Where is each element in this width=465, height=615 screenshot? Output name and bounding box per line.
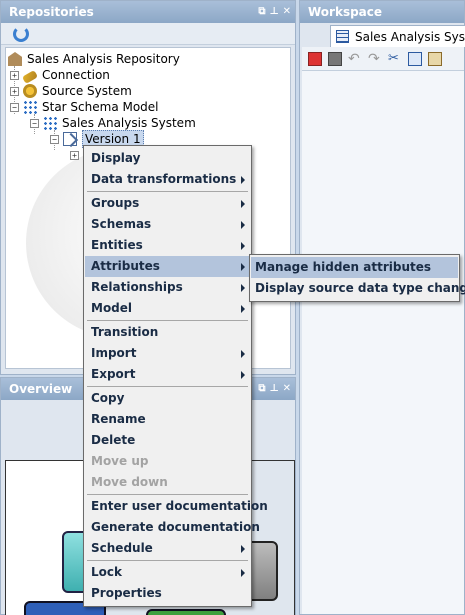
workspace-panel: Workspace Sales Analysis System ↶ ↷ ✂: [299, 0, 465, 615]
menu-item-transition[interactable]: Transition: [85, 322, 250, 343]
pin-icon[interactable]: ⊥: [269, 1, 278, 23]
context-menu: Display Data transformations Groups Sche…: [83, 145, 268, 607]
menu-item-lock[interactable]: Lock: [85, 562, 250, 583]
tree-item-child[interactable]: +: [70, 147, 83, 163]
tree-label: Connection: [42, 68, 110, 82]
attributes-submenu: Manage hidden attributes Display source …: [249, 254, 465, 302]
menu-item-data-transformations[interactable]: Data transformations: [85, 169, 250, 190]
collapse-icon[interactable]: −: [30, 118, 39, 128]
repositories-title: Repositories: [9, 5, 94, 19]
collapse-icon[interactable]: −: [50, 134, 59, 144]
menu-item-properties[interactable]: Properties: [85, 583, 250, 604]
submenu-arrow-icon: [241, 284, 245, 292]
menu-item-enter-user-documentation[interactable]: Enter user documentation: [85, 496, 268, 517]
tree-label: Sales Analysis System: [62, 116, 196, 130]
copy-icon[interactable]: [408, 51, 422, 66]
pin-icon[interactable]: ⊥: [269, 378, 278, 400]
repositories-header: Repositories ⧉ ⊥ ✕: [1, 1, 295, 23]
menu-item-move-down: Move down: [91, 475, 168, 489]
menu-item-generate-documentation[interactable]: Generate documentation: [85, 517, 260, 538]
menu-item-schedule[interactable]: Schedule: [85, 538, 250, 559]
menu-item-entities[interactable]: Entities: [85, 235, 250, 256]
tree-label: Source System: [42, 84, 132, 98]
menu-item-relationships[interactable]: Relationships: [85, 277, 250, 298]
refresh-icon[interactable]: [13, 26, 29, 42]
submenu-arrow-icon: [241, 305, 245, 313]
menu-item-move-up: Move up: [91, 454, 149, 468]
tree-item-star-schema[interactable]: − Star Schema Model: [10, 99, 159, 115]
menu-separator: [87, 386, 248, 387]
close-icon[interactable]: ✕: [283, 378, 291, 400]
tree-item-sales-analysis-system[interactable]: − Sales Analysis System: [30, 115, 196, 131]
close-icon[interactable]: ✕: [283, 1, 291, 23]
tree-label: Star Schema Model: [42, 100, 159, 114]
submenu-arrow-icon: [241, 371, 245, 379]
workspace-header: Workspace: [300, 1, 464, 23]
menu-separator: [87, 191, 248, 192]
menu-item-groups[interactable]: Groups: [85, 193, 250, 214]
connection-icon: [21, 69, 39, 84]
menu-item-rename[interactable]: Rename: [85, 409, 250, 430]
tree-label: Sales Analysis Repository: [27, 52, 180, 66]
workspace-title: Workspace: [308, 5, 383, 19]
tree-item-connection[interactable]: + Connection: [10, 67, 110, 84]
menu-item-manage-hidden-attributes[interactable]: Manage hidden attributes: [251, 257, 458, 278]
menu-item-import[interactable]: Import: [85, 343, 250, 364]
menu-item-export[interactable]: Export: [85, 364, 250, 385]
collapse-icon[interactable]: −: [10, 102, 19, 112]
menu-separator: [87, 320, 248, 321]
menu-item-display-source-data-type-changes[interactable]: Display source data type changes: [251, 278, 465, 299]
repository-icon: [8, 52, 22, 66]
submenu-arrow-icon: [241, 200, 245, 208]
submenu-arrow-icon: [241, 242, 245, 250]
star-schema-icon: [43, 116, 57, 130]
submenu-arrow-icon: [241, 221, 245, 229]
restore-icon[interactable]: ⧉: [258, 1, 265, 23]
source-system-icon: [23, 84, 37, 98]
tree-item-source-system[interactable]: + Source System: [10, 83, 132, 99]
menu-item-model[interactable]: Model: [85, 298, 250, 319]
workspace-toolbar: ↶ ↷ ✂: [302, 47, 464, 71]
menu-item-copy[interactable]: Copy: [85, 388, 250, 409]
pdf-icon[interactable]: [308, 51, 322, 66]
expand-icon[interactable]: +: [10, 86, 19, 96]
menu-item-display[interactable]: Display: [85, 148, 250, 169]
redo-icon[interactable]: ↷: [368, 52, 382, 66]
undo-icon[interactable]: ↶: [348, 52, 362, 66]
submenu-arrow-icon: [241, 263, 245, 271]
menu-item-attributes[interactable]: Attributes: [85, 256, 250, 277]
submenu-arrow-icon: [241, 569, 245, 577]
submenu-arrow-icon: [241, 350, 245, 358]
restore-icon[interactable]: ⧉: [258, 378, 265, 400]
submenu-arrow-icon: [241, 176, 245, 184]
submenu-arrow-icon: [241, 545, 245, 553]
tab-label: Sales Analysis System: [355, 30, 465, 44]
star-schema-icon: [23, 100, 37, 114]
menu-item-delete[interactable]: Delete: [85, 430, 250, 451]
overview-title: Overview: [9, 382, 73, 396]
print-icon[interactable]: [328, 51, 342, 66]
cut-icon[interactable]: ✂: [388, 51, 402, 66]
tab-sales-analysis-system[interactable]: Sales Analysis System: [330, 25, 465, 47]
workspace-canvas[interactable]: [302, 71, 464, 614]
menu-item-schemas[interactable]: Schemas: [85, 214, 250, 235]
overview-entity-box: [146, 609, 226, 615]
menu-separator: [87, 494, 248, 495]
version-icon: [63, 132, 77, 146]
model-icon: [336, 30, 349, 43]
expand-icon[interactable]: +: [70, 150, 79, 160]
paste-icon[interactable]: [428, 51, 442, 66]
expand-icon[interactable]: +: [10, 70, 19, 80]
menu-separator: [87, 560, 248, 561]
tree-item-repository[interactable]: Sales Analysis Repository: [8, 51, 180, 67]
repositories-toolbar: [1, 23, 295, 45]
